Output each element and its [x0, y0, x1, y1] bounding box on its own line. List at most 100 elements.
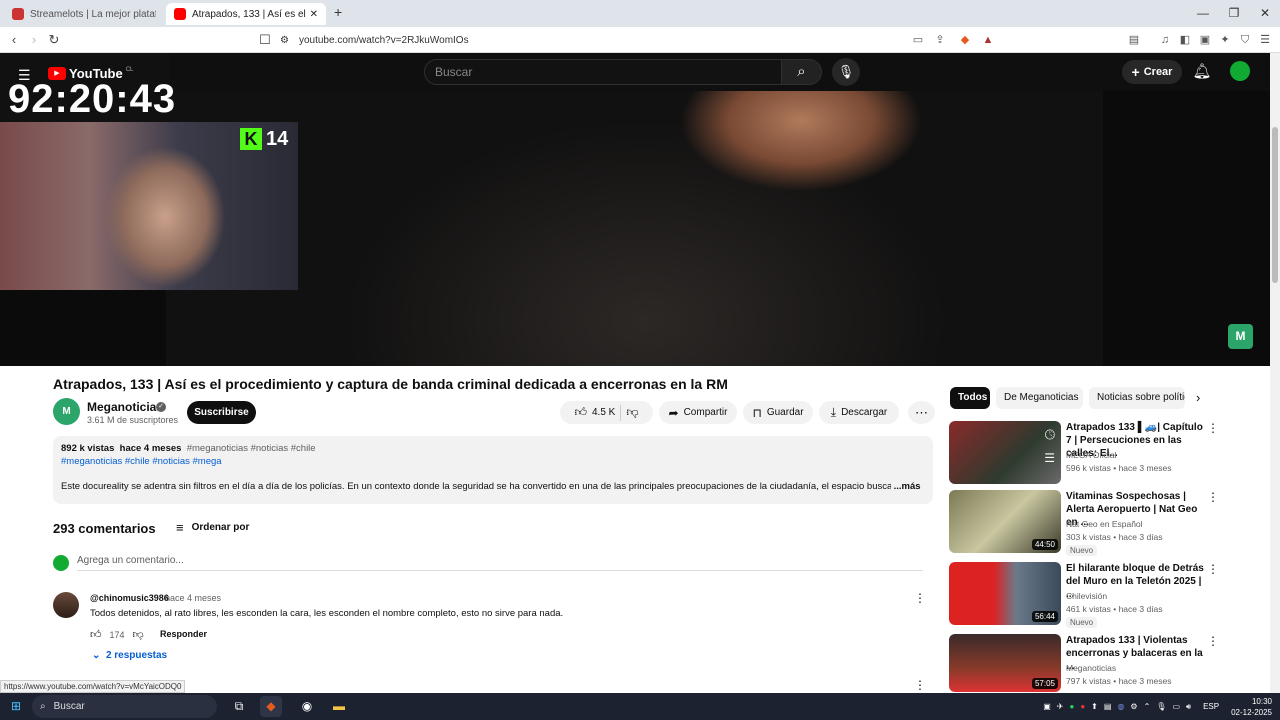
back-icon[interactable]: ‹: [5, 31, 23, 49]
sort-comments-button[interactable]: ≡ Ordenar por: [176, 520, 249, 535]
comment-like-icon[interactable]: 👍︎: [90, 628, 102, 641]
video-thumbnail[interactable]: 🕓︎ ☰: [949, 421, 1061, 484]
search-input[interactable]: Buscar: [424, 59, 782, 85]
discord-icon[interactable]: ◍: [1117, 702, 1124, 711]
sidebar-icon[interactable]: ◧: [1177, 32, 1193, 48]
restore-icon[interactable]: ❐: [1219, 4, 1249, 22]
windows-taskbar: ⊞ ⌕ Buscar ⧉ ◆ ◉ ▬ ▣ ✈ ● ● ⬆ ▤ ◍ ⚙ ⌃ 🎙︎ …: [0, 693, 1280, 720]
close-window-icon[interactable]: ✕: [1250, 4, 1280, 22]
related-menu-icon[interactable]: ⋮: [1207, 562, 1219, 576]
task-view-icon[interactable]: ⧉: [228, 696, 250, 717]
page-scrollbar[interactable]: [1270, 53, 1280, 693]
create-button[interactable]: + Crear: [1122, 60, 1182, 84]
tray-app-icon[interactable]: ●: [1080, 702, 1085, 711]
comment-author-avatar[interactable]: [53, 592, 79, 618]
scrollbar-thumb[interactable]: [1272, 127, 1278, 283]
related-video[interactable]: 56:44 El hilarante bloque de Detrás del …: [949, 562, 1219, 628]
related-channel[interactable]: Chilevisión: [1066, 591, 1107, 601]
related-video[interactable]: 44:50 Vitaminas Sospechosas | Alerta Aer…: [949, 490, 1219, 556]
reading-list-icon[interactable]: ▤: [1126, 32, 1142, 48]
like-button[interactable]: 👍︎ 4.5 K: [574, 405, 615, 420]
video-thumbnail[interactable]: 56:44: [949, 562, 1061, 625]
reload-icon[interactable]: ↻: [45, 31, 63, 49]
network-icon[interactable]: ▭: [1172, 702, 1180, 711]
taskbar-search[interactable]: ⌕ Buscar: [32, 695, 217, 718]
brave-shields-icon[interactable]: ◆: [957, 32, 973, 48]
more-actions-icon[interactable]: ⋯: [908, 401, 935, 424]
language-indicator[interactable]: ESP: [1203, 702, 1219, 711]
vpn-icon[interactable]: ⛉: [1237, 32, 1253, 48]
minimize-icon[interactable]: —: [1188, 4, 1218, 22]
windows-start-icon[interactable]: ⊞: [5, 696, 27, 717]
comment-dislike-icon[interactable]: 👎︎: [133, 628, 144, 641]
related-menu-icon[interactable]: ⋮: [1207, 490, 1219, 504]
tray-app-icon[interactable]: ⬆: [1091, 702, 1098, 711]
subscribe-button[interactable]: Suscribirse: [187, 401, 256, 424]
dislike-button[interactable]: 👎︎: [626, 405, 638, 420]
microphone-tray-icon[interactable]: 🎙︎: [1156, 702, 1166, 711]
related-channel[interactable]: MEGA Oficial: [1066, 450, 1117, 460]
cast-icon[interactable]: ▭: [910, 32, 926, 48]
chip-noticias-politica[interactable]: Noticias sobre polític: [1089, 387, 1185, 409]
obs-icon[interactable]: ◉: [296, 696, 318, 717]
related-menu-icon[interactable]: ⋮: [1207, 634, 1219, 648]
bookmark-icon[interactable]: ☐: [256, 31, 274, 49]
file-explorer-icon[interactable]: ▬: [328, 696, 350, 717]
address-bar[interactable]: ⚙ youtube.com/watch?v=2RJkuWomIOs: [280, 30, 900, 50]
tray-app-icon[interactable]: ▤: [1104, 702, 1112, 711]
add-comment-input[interactable]: Agrega un comentario...: [77, 555, 923, 571]
create-label: Crear: [1143, 66, 1173, 78]
site-info-icon[interactable]: ⚙: [280, 35, 289, 46]
brave-browser-icon[interactable]: ◆: [260, 696, 282, 717]
account-avatar[interactable]: [1230, 61, 1250, 81]
comment-time[interactable]: hace 4 meses: [165, 593, 221, 603]
video-thumbnail[interactable]: 57:05: [949, 634, 1061, 692]
music-icon[interactable]: ♫: [1157, 32, 1173, 48]
volume-icon[interactable]: 🔊︎: [1186, 702, 1191, 712]
whatsapp-icon[interactable]: ●: [1069, 702, 1074, 711]
voice-search-button[interactable]: 🎙︎: [832, 58, 860, 86]
related-menu-icon[interactable]: ⋮: [1207, 421, 1219, 435]
video-thumbnail[interactable]: 44:50: [949, 490, 1061, 553]
new-tab-icon[interactable]: +: [334, 4, 342, 20]
brave-rewards-icon[interactable]: ▲: [980, 32, 996, 48]
reply-button[interactable]: Responder: [160, 629, 207, 639]
related-video[interactable]: 57:05 Atrapados 133 | Violentas encerron…: [949, 634, 1219, 692]
download-button[interactable]: ⤓ Descargar: [819, 401, 899, 424]
save-button[interactable]: ⊓ Guardar: [743, 401, 813, 424]
add-to-queue-icon[interactable]: ☰: [1044, 451, 1055, 465]
related-channel[interactable]: Nat Geo en Español: [1066, 519, 1143, 529]
tray-app-icon[interactable]: ✈: [1057, 702, 1064, 711]
wallet-icon[interactable]: ▣: [1197, 32, 1213, 48]
chips-next-chevron-icon[interactable]: ›: [1196, 390, 1200, 405]
tray-app-icon[interactable]: ⚙: [1130, 702, 1137, 711]
forward-icon[interactable]: ›: [25, 31, 43, 49]
comment-menu-icon[interactable]: ⋮: [914, 678, 926, 692]
channel-name[interactable]: Meganoticias: [87, 400, 163, 414]
channel-avatar[interactable]: M: [53, 398, 80, 425]
leo-ai-icon[interactable]: ✦: [1217, 32, 1233, 48]
inline-hashtags[interactable]: #meganoticias #noticias #chile: [187, 443, 316, 454]
chevron-up-icon[interactable]: ⌃: [1144, 702, 1151, 711]
chip-de-meganoticias[interactable]: De Meganoticias: [996, 387, 1083, 409]
share-button[interactable]: ➦ Compartir: [659, 401, 737, 424]
related-video[interactable]: 🕓︎ ☰ Atrapados 133 ▌🚙| Capítulo 7 | Pers…: [949, 421, 1219, 485]
search-button[interactable]: ⌕: [782, 59, 822, 85]
comment-author[interactable]: @chinomusic3986: [90, 593, 169, 603]
tab-youtube[interactable]: Atrapados, 133 | Así es el proced ✕: [166, 3, 326, 25]
tray-app-icon[interactable]: ▣: [1043, 702, 1051, 711]
notifications-bell-icon[interactable]: 🔔︎: [1192, 60, 1212, 84]
tab-streamelots[interactable]: Streamelots | La mejor plataforma p: [4, 3, 164, 25]
watch-later-icon[interactable]: 🕓︎: [1045, 427, 1055, 443]
description-box[interactable]: 892 k vistas hace 4 meses #meganoticias …: [53, 436, 933, 504]
related-channel[interactable]: Meganoticias: [1066, 663, 1116, 673]
show-more-link[interactable]: ...más: [894, 481, 921, 492]
menu-icon[interactable]: ☰: [1257, 32, 1273, 48]
clock[interactable]: 10:30 02-12-2025: [1231, 696, 1272, 718]
hashtag-links[interactable]: #meganoticias #chile #noticias #mega: [61, 456, 925, 467]
view-replies-button[interactable]: ⌄ 2 respuestas: [92, 650, 167, 661]
close-tab-icon[interactable]: ✕: [310, 9, 318, 20]
chip-todos[interactable]: Todos: [950, 387, 990, 409]
share-page-icon[interactable]: ⇪: [932, 32, 948, 48]
comment-menu-icon[interactable]: ⋮: [914, 591, 926, 605]
